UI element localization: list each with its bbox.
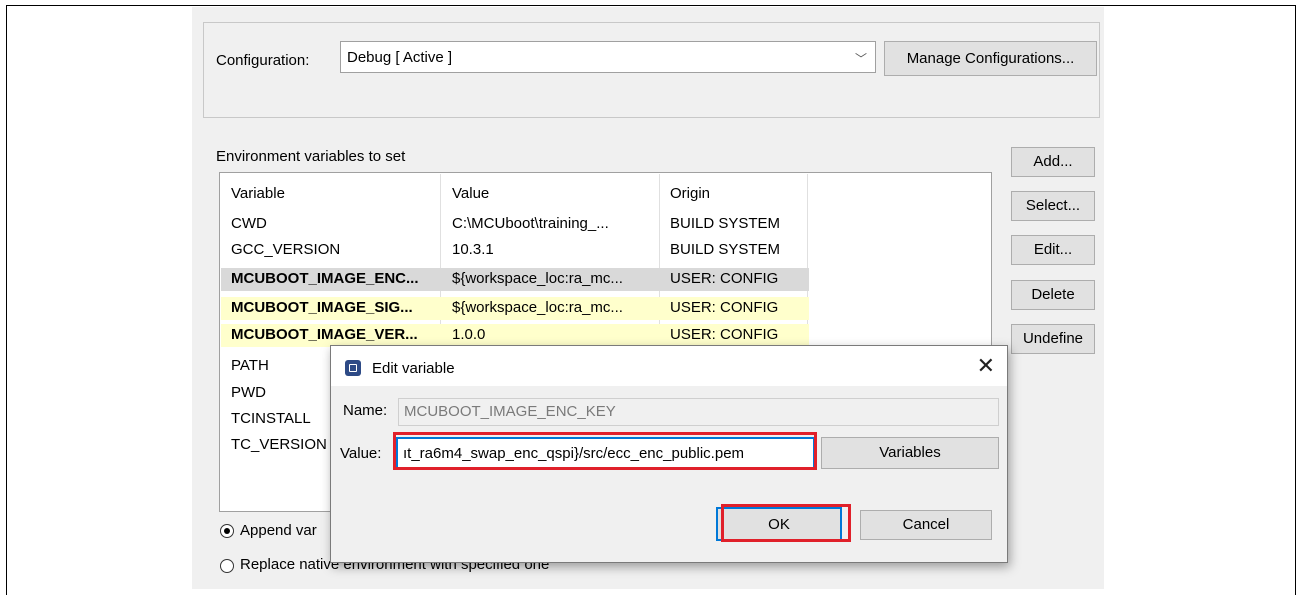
table-row[interactable]: MCUBOOT_IMAGE_VER... 1.0.0 USER: CONFIG (221, 324, 809, 347)
variable-cell: MCUBOOT_IMAGE_SIG... (231, 299, 413, 316)
append-radio[interactable] (220, 524, 234, 538)
configuration-selected-value: Debug [ Active ] (347, 49, 453, 66)
environment-variables-label: Environment variables to set (216, 148, 406, 165)
name-field: MCUBOOT_IMAGE_ENC_KEY (398, 398, 999, 426)
edit-variable-dialog: Edit variable ✕ Name: MCUBOOT_IMAGE_ENC_… (330, 345, 1008, 563)
table-row[interactable]: PATH (221, 355, 331, 378)
value-cell: ${workspace_loc:ra_mc... (452, 299, 623, 316)
column-header-value[interactable]: Value (452, 185, 489, 202)
value-cell: C:\MCUboot\training_... (452, 215, 609, 232)
replace-radio[interactable] (220, 559, 234, 573)
table-row[interactable]: PWD (221, 382, 331, 405)
table-row[interactable]: GCC_VERSION 10.3.1 BUILD SYSTEM (221, 239, 809, 262)
value-cell: ${workspace_loc:ra_mc... (452, 270, 623, 287)
cancel-button[interactable]: Cancel (860, 510, 992, 540)
name-label: Name: (343, 402, 388, 419)
variable-cell: PWD (231, 384, 266, 401)
edit-button[interactable]: Edit... (1011, 235, 1095, 265)
column-header-origin[interactable]: Origin (670, 185, 710, 202)
app-icon (345, 360, 361, 376)
configuration-label: Configuration: (216, 52, 310, 69)
radio-checked-dot (224, 528, 230, 534)
value-label: Value: (340, 445, 382, 462)
table-row[interactable]: CWD C:\MCUboot\training_... BUILD SYSTEM (221, 213, 809, 236)
configuration-select[interactable]: Debug [ Active ] ﹀ (340, 41, 876, 73)
variables-button[interactable]: Variables (821, 437, 999, 469)
table-row[interactable]: TCINSTALL (221, 408, 331, 431)
origin-cell: BUILD SYSTEM (670, 241, 781, 258)
dialog-title: Edit variable (372, 360, 455, 377)
variable-cell: CWD (231, 215, 267, 232)
variable-cell: TC_VERSION (231, 436, 327, 453)
dialog-title-bar: Edit variable ✕ (331, 346, 1007, 386)
append-radio-label: Append var (240, 522, 317, 539)
manage-configurations-button[interactable]: Manage Configurations... (884, 41, 1097, 76)
delete-button[interactable]: Delete (1011, 280, 1095, 310)
origin-cell: USER: CONFIG (670, 326, 779, 343)
select-button[interactable]: Select... (1011, 191, 1095, 221)
origin-cell: BUILD SYSTEM (670, 215, 781, 232)
value-cell: 1.0.0 (452, 326, 486, 343)
variable-cell: GCC_VERSION (231, 241, 341, 258)
column-header-variable[interactable]: Variable (231, 185, 285, 202)
value-field-highlight (393, 432, 817, 470)
origin-cell: USER: CONFIG (670, 270, 779, 287)
chevron-down-icon: ﹀ (854, 52, 867, 66)
table-row[interactable]: MCUBOOT_IMAGE_SIG... ${workspace_loc:ra_… (221, 297, 809, 320)
ok-button-highlight (721, 504, 851, 542)
close-icon[interactable]: ✕ (977, 353, 995, 379)
table-header: Variable Value Origin (221, 183, 809, 206)
table-row[interactable]: TC_VERSION (221, 434, 331, 457)
add-button[interactable]: Add... (1011, 147, 1095, 177)
table-row-selected[interactable]: MCUBOOT_IMAGE_ENC... ${workspace_loc:ra_… (221, 268, 809, 291)
undefine-button[interactable]: Undefine (1011, 324, 1095, 354)
variable-cell: TCINSTALL (231, 410, 311, 427)
variable-cell: MCUBOOT_IMAGE_ENC... (231, 270, 419, 287)
origin-cell: USER: CONFIG (670, 299, 779, 316)
variable-cell: MCUBOOT_IMAGE_VER... (231, 326, 418, 343)
name-field-value: MCUBOOT_IMAGE_ENC_KEY (404, 403, 616, 420)
value-cell: 10.3.1 (452, 241, 494, 258)
variable-cell: PATH (231, 357, 269, 374)
